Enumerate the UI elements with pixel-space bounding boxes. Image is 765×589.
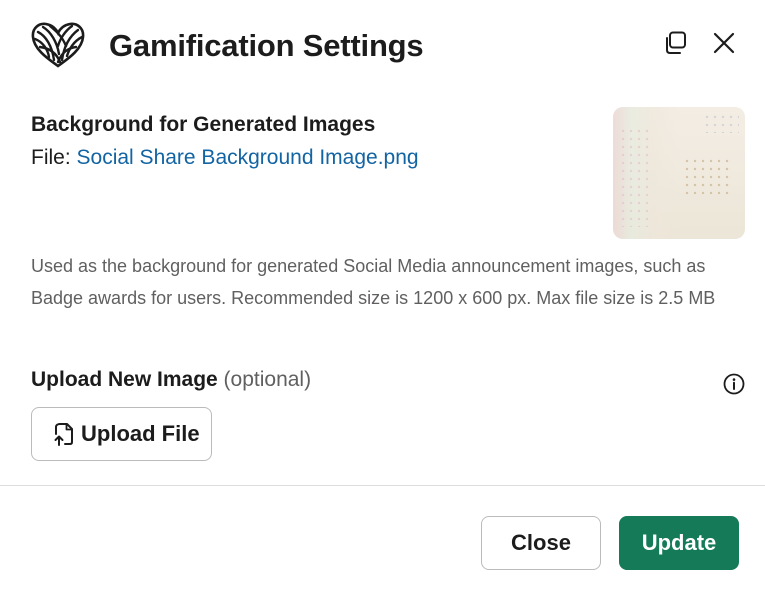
section-description: Used as the background for generated Soc… [31, 256, 716, 308]
info-icon[interactable] [722, 372, 746, 396]
close-icon [713, 32, 735, 54]
file-prefix: File: [31, 146, 71, 169]
file-upload-icon [52, 422, 74, 446]
close-modal-button[interactable] [709, 28, 739, 58]
upload-label: Upload New Image (optional) [31, 366, 311, 394]
file-line: File: Social Share Background Image.png [31, 144, 419, 172]
popout-icon [666, 31, 686, 54]
update-button[interactable]: Update [619, 516, 739, 570]
close-button[interactable]: Close [481, 516, 601, 570]
thumbnail-dots-left [619, 127, 649, 227]
upload-optional-text: (optional) [223, 368, 312, 391]
thumbnail-dots-top [703, 113, 739, 133]
popout-button[interactable] [660, 28, 690, 58]
file-name-link[interactable]: Social Share Background Image.png [77, 146, 419, 169]
modal-title: Gamification Settings [109, 28, 424, 63]
heart-yarn-icon [30, 22, 86, 68]
background-image-thumbnail [613, 107, 745, 239]
gamification-settings-modal: Gamification Settings Background for Gen… [0, 0, 765, 589]
upload-file-button-label: Upload File [81, 421, 200, 446]
upload-label-text: Upload New Image [31, 368, 218, 391]
section-title: Background for Generated Images [31, 113, 376, 136]
upload-file-button[interactable]: Upload File [31, 407, 212, 461]
footer-divider [0, 485, 765, 486]
thumbnail-dots-center [683, 157, 729, 199]
